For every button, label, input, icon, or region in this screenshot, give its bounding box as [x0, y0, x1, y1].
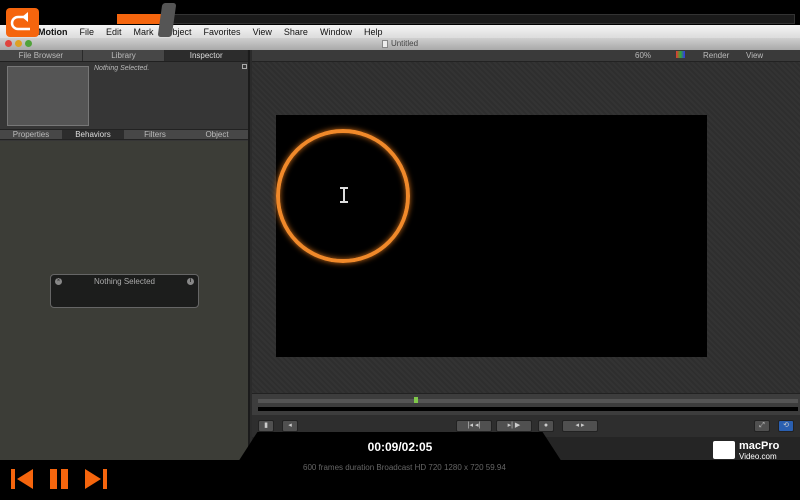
timeline-track[interactable] [258, 407, 798, 411]
tab-inspector[interactable]: Inspector [165, 50, 249, 61]
tab-properties[interactable]: Properties [0, 130, 62, 139]
canvas-area[interactable]: 60% Render View [252, 50, 800, 393]
expand-icon[interactable]: ⤢ [754, 420, 770, 432]
panel-tabs: File Browser Library Inspector [0, 50, 249, 62]
audio-button[interactable]: ◂ ▸ [562, 420, 598, 432]
zoom-window-icon[interactable] [25, 40, 32, 47]
playback-time: 00:09/02:05 [367, 440, 433, 454]
skip-back-icon[interactable] [8, 465, 36, 493]
hud-panel[interactable]: × Nothing Selected i [50, 274, 199, 308]
record-button[interactable]: ● [538, 420, 554, 432]
back-button[interactable] [6, 8, 39, 37]
view-menu[interactable]: View [746, 51, 763, 60]
utility-panel: File Browser Library Inspector Nothing S… [0, 50, 250, 460]
tab-file-browser[interactable]: File Browser [0, 50, 83, 61]
menu-edit[interactable]: Edit [106, 27, 122, 37]
info-icon[interactable]: i [187, 278, 194, 285]
menu-file[interactable]: File [80, 27, 95, 37]
close-window-icon[interactable] [5, 40, 12, 47]
tab-behaviors[interactable]: Behaviors [62, 130, 124, 139]
window-title: Untitled [390, 39, 419, 48]
text-cursor-icon [340, 187, 348, 203]
inspector-preview [7, 66, 89, 126]
loop-icon[interactable]: ⟲ [778, 420, 794, 432]
in-point-button[interactable]: ▮ [258, 420, 274, 432]
preview-caption: Nothing Selected. [94, 65, 150, 72]
menu-help[interactable]: Help [364, 27, 383, 37]
go-to-start-button[interactable]: |◂ ◂| [456, 420, 492, 432]
window-controls [5, 40, 32, 47]
brand-line-1: macPro [739, 440, 780, 452]
menu-bar: Motion File Edit Mark Object Favorites V… [0, 25, 800, 38]
render-menu[interactable]: Render [703, 51, 729, 60]
back-arrow-icon [10, 12, 30, 31]
menu-view[interactable]: View [253, 27, 272, 37]
tab-library[interactable]: Library [83, 50, 166, 61]
tab-object[interactable]: Object [186, 130, 248, 139]
pause-icon[interactable] [45, 465, 73, 493]
app-root: Motion File Edit Mark Object Favorites V… [0, 0, 800, 500]
menu-motion[interactable]: Motion [38, 27, 68, 37]
canvas-toolbar: 60% Render View [252, 50, 800, 62]
progress-track[interactable] [117, 14, 795, 24]
menu-favorites[interactable]: Favorites [204, 27, 241, 37]
menu-share[interactable]: Share [284, 27, 308, 37]
project-info: 600 frames duration Broadcast HD 720 128… [303, 463, 506, 472]
timeline-ruler[interactable] [258, 399, 798, 403]
minimize-window-icon[interactable] [15, 40, 22, 47]
color-channels-icon[interactable] [676, 51, 685, 58]
mini-timeline[interactable] [252, 393, 800, 415]
menu-window[interactable]: Window [320, 27, 352, 37]
document-icon [381, 39, 388, 48]
menu-mark[interactable]: Mark [134, 27, 154, 37]
skip-forward-icon[interactable] [82, 465, 110, 493]
canvas-stage[interactable] [276, 115, 707, 357]
macpro-logo: macPro Video.com [713, 440, 800, 462]
previous-frame-button[interactable]: ◂ [282, 420, 298, 432]
window-title-bar: Untitled [0, 38, 800, 50]
tab-filters[interactable]: Filters [124, 130, 186, 139]
play-button[interactable]: ▸| ▶ [496, 420, 532, 432]
playhead[interactable] [414, 397, 418, 403]
zoom-level[interactable]: 60% [635, 51, 651, 60]
hud-title: Nothing Selected [94, 277, 155, 286]
lock-icon[interactable] [242, 64, 247, 69]
brand-mark-icon [713, 441, 735, 459]
inspector-tabs: Properties Behaviors Filters Object [0, 129, 248, 140]
